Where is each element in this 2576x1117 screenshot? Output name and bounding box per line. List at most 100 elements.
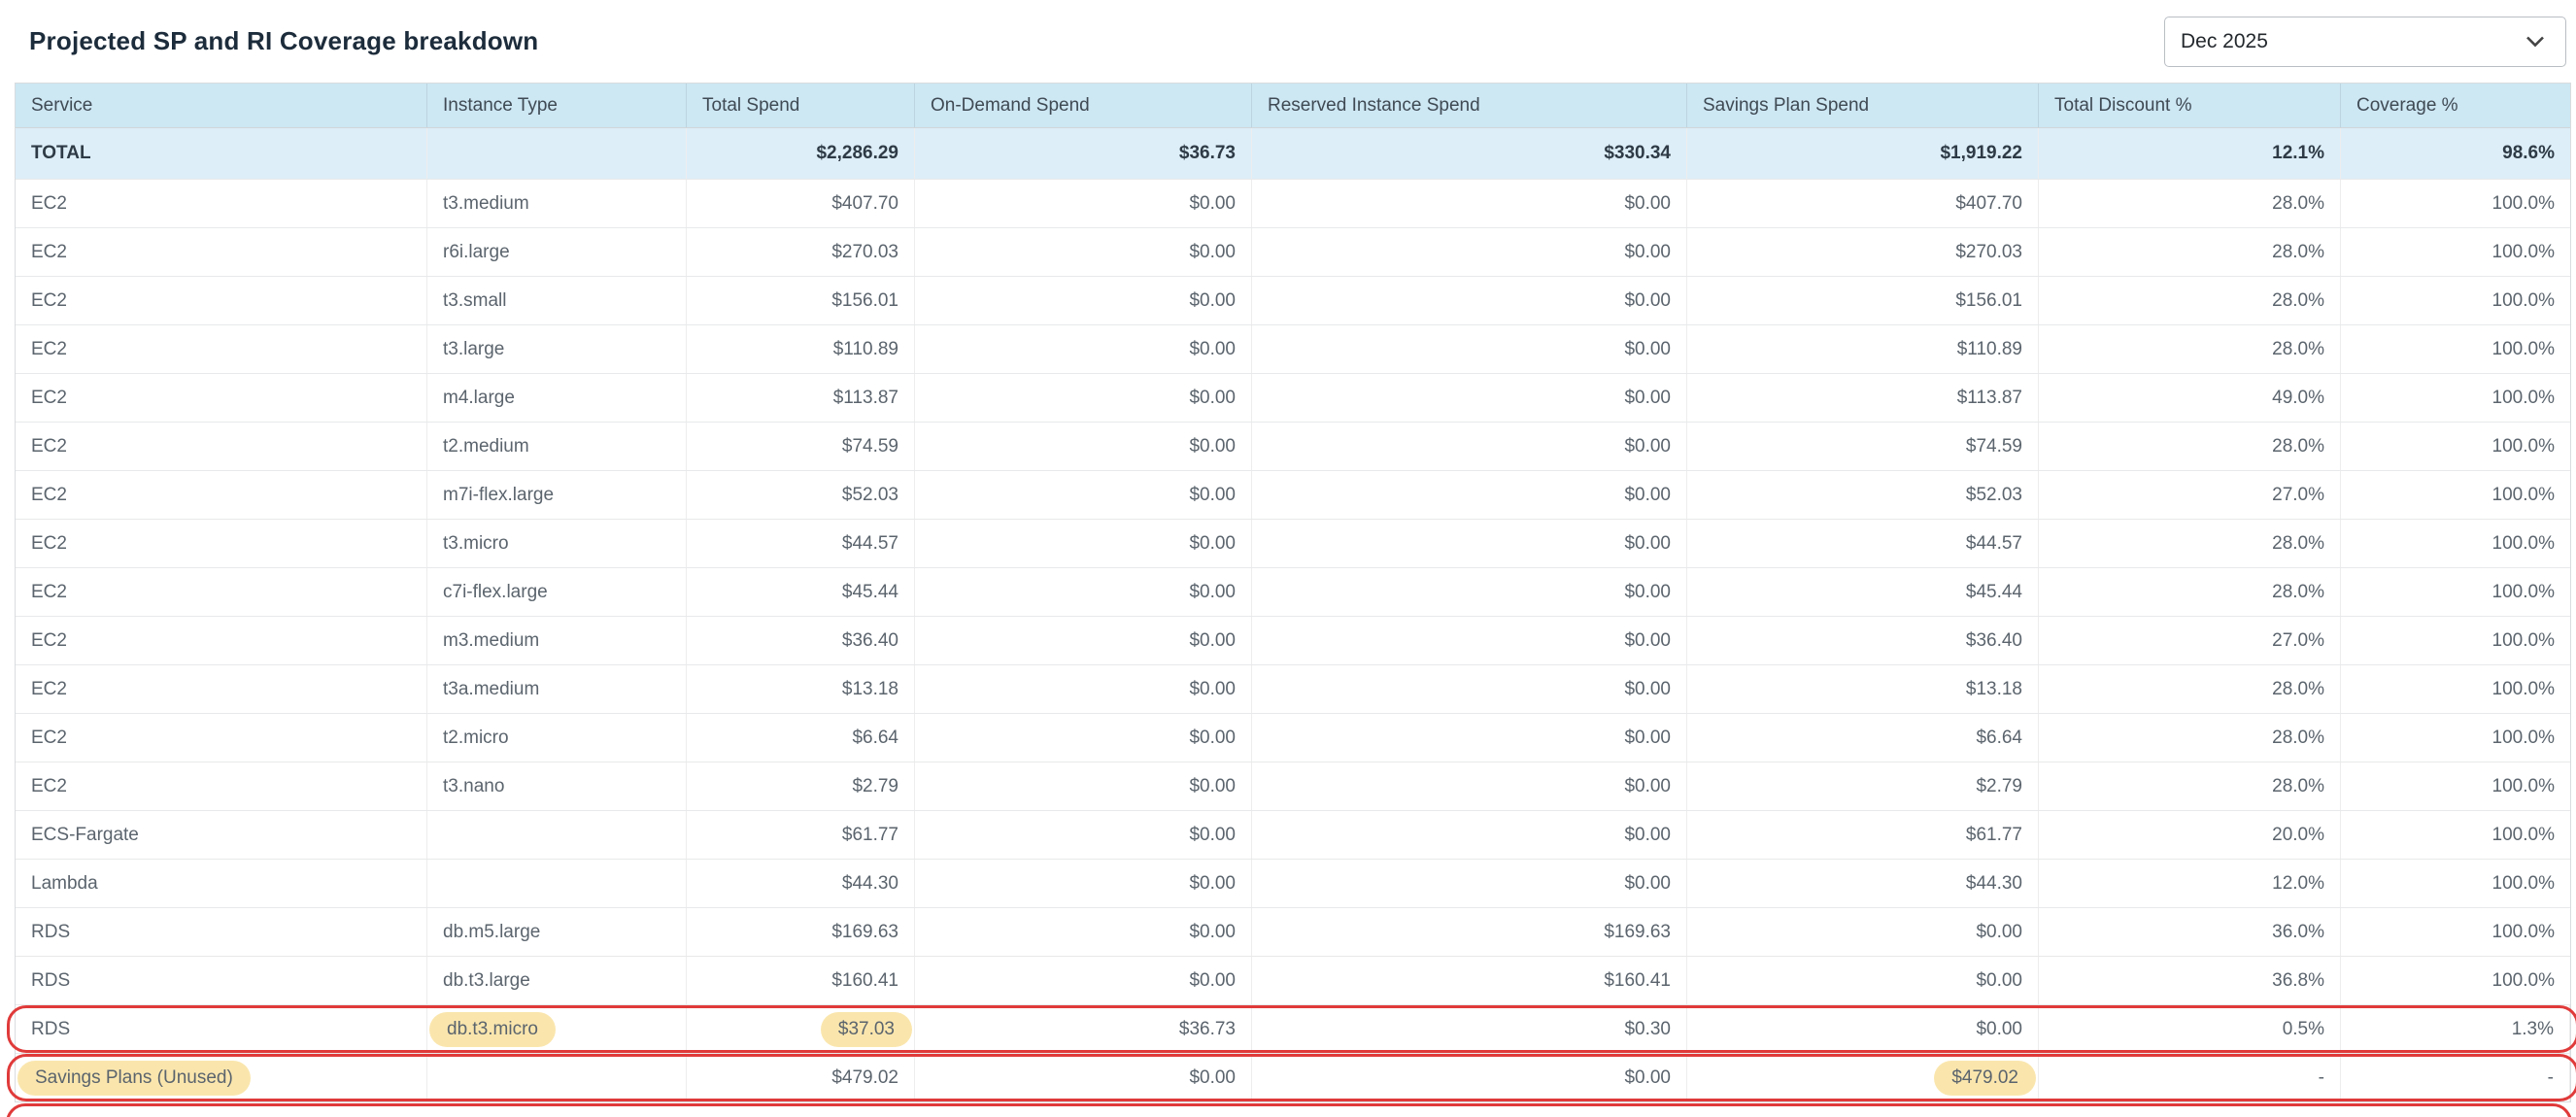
cell-ri_spend: $0.00 [1252,762,1687,810]
cell-total_discount: 28.0% [2039,568,2341,616]
cell-instance_type: t3.large [427,325,687,373]
cell-on_demand_spend: $0.00 [915,762,1252,810]
cell-on_demand_spend: $0.00 [915,665,1252,713]
cell-total_spend: $169.63 [687,908,915,956]
column-header-total_discount: Total Discount % [2039,84,2341,127]
table-body: TOTAL$2,286.29$36.73$330.34$1,919.2212.1… [16,128,2570,1101]
page: Projected SP and RI Coverage breakdown D… [0,0,2576,1117]
cell-sp_spend: $2.79 [1687,762,2039,810]
cell-on_demand_spend: $0.00 [915,520,1252,567]
cell-sp_spend: $6.64 [1687,714,2039,762]
cell-ri_spend: $0.00 [1252,520,1687,567]
coverage-table: ServiceInstance TypeTotal SpendOn-Demand… [15,83,2571,1102]
cell-service: EC2 [16,423,427,470]
cell-on_demand_spend: $0.00 [915,471,1252,519]
cell-sp_spend: $479.02 [1687,1054,2039,1101]
cell-service: EC2 [16,714,427,762]
cell-on_demand_spend: $0.00 [915,277,1252,324]
table-row: EC2t3a.medium$13.18$0.00$0.00$13.1828.0%… [16,664,2570,713]
cell-total_spend: $36.40 [687,617,915,664]
cell-total_spend: $44.57 [687,520,915,567]
cell-coverage: 1.3% [2341,1005,2570,1053]
cell-ri_spend: $160.41 [1252,957,1687,1004]
table-row: EC2t3.medium$407.70$0.00$0.00$407.7028.0… [16,179,2570,227]
total-row: TOTAL$2,286.29$36.73$330.34$1,919.2212.1… [16,128,2570,179]
cell-ri_spend: $0.00 [1252,811,1687,859]
cell-on_demand_spend: $0.00 [915,908,1252,956]
cell-on_demand_spend: $0.00 [915,811,1252,859]
cell-coverage: 100.0% [2341,908,2570,956]
column-header-sp_spend: Savings Plan Spend [1687,84,2039,127]
cell-total_discount: 28.0% [2039,762,2341,810]
cell-coverage: 100.0% [2341,617,2570,664]
cell-ri_spend: $0.00 [1252,665,1687,713]
cell-service: RDS [16,1005,427,1053]
cell-instance_type: t3a.medium [427,665,687,713]
cell-on_demand_spend: $0.00 [915,957,1252,1004]
cell-coverage: 100.0% [2341,180,2570,227]
cell-service: EC2 [16,617,427,664]
cell-total_spend: $156.01 [687,277,915,324]
cell-instance_type [427,128,687,179]
cell-ri_spend: $0.00 [1252,714,1687,762]
table-row: EC2m4.large$113.87$0.00$0.00$113.8749.0%… [16,373,2570,422]
table-row: EC2t3.large$110.89$0.00$0.00$110.8928.0%… [16,324,2570,373]
cell-on_demand_spend: $0.00 [915,617,1252,664]
table-row: Savings Plans (Unused)$479.02$0.00$0.00$… [16,1053,2570,1101]
cell-on_demand_spend: $0.00 [915,180,1252,227]
cell-total_spend: $45.44 [687,568,915,616]
cell-instance_type: m7i-flex.large [427,471,687,519]
cell-sp_spend: $44.30 [1687,860,2039,907]
cell-sp_spend: $0.00 [1687,908,2039,956]
table-row: EC2c7i-flex.large$45.44$0.00$0.00$45.442… [16,567,2570,616]
cell-instance_type [427,1054,687,1101]
cell-total_discount: 12.1% [2039,128,2341,179]
cell-instance_type: t3.micro [427,520,687,567]
table-row: EC2m3.medium$36.40$0.00$0.00$36.4027.0%1… [16,616,2570,664]
column-header-coverage: Coverage % [2341,84,2570,127]
cell-ri_spend: $0.00 [1252,374,1687,422]
cell-total_spend: $52.03 [687,471,915,519]
cell-coverage: 100.0% [2341,568,2570,616]
cell-on_demand_spend: $0.00 [915,423,1252,470]
cell-coverage: 100.0% [2341,957,2570,1004]
annotation-red-box-partial [6,1103,2572,1117]
cell-coverage: 100.0% [2341,228,2570,276]
cell-sp_spend: $156.01 [1687,277,2039,324]
cell-ri_spend: $0.00 [1252,228,1687,276]
cell-sp_spend: $1,919.22 [1687,128,2039,179]
cell-service: EC2 [16,325,427,373]
cell-service: Savings Plans (Unused) [16,1054,427,1101]
cell-total_discount: 28.0% [2039,520,2341,567]
table-row: EC2t3.micro$44.57$0.00$0.00$44.5728.0%10… [16,519,2570,567]
cell-service: EC2 [16,180,427,227]
cell-instance_type: db.m5.large [427,908,687,956]
cell-service: EC2 [16,277,427,324]
cell-sp_spend: $13.18 [1687,665,2039,713]
period-dropdown[interactable]: Dec 2025 [2164,17,2566,67]
cell-total_spend: $113.87 [687,374,915,422]
column-header-on_demand_spend: On-Demand Spend [915,84,1252,127]
cell-coverage: 100.0% [2341,423,2570,470]
cell-ri_spend: $330.34 [1252,128,1687,179]
cell-instance_type: t3.small [427,277,687,324]
cell-service: EC2 [16,471,427,519]
cell-on_demand_spend: $0.00 [915,325,1252,373]
table-header-row: ServiceInstance TypeTotal SpendOn-Demand… [16,84,2570,128]
cell-ri_spend: $0.00 [1252,860,1687,907]
cell-instance_type: db.t3.micro [427,1005,687,1053]
table-row: RDSdb.t3.micro$37.03$36.73$0.30$0.000.5%… [16,1004,2570,1053]
column-header-service: Service [16,84,427,127]
cell-sp_spend: $407.70 [1687,180,2039,227]
cell-instance_type: t2.medium [427,423,687,470]
table-row: ECS-Fargate$61.77$0.00$0.00$61.7720.0%10… [16,810,2570,859]
cell-total_discount: 28.0% [2039,325,2341,373]
cell-total_discount: 28.0% [2039,423,2341,470]
cell-sp_spend: $44.57 [1687,520,2039,567]
cell-service: ECS-Fargate [16,811,427,859]
table-row: Lambda$44.30$0.00$0.00$44.3012.0%100.0% [16,859,2570,907]
column-header-ri_spend: Reserved Instance Spend [1252,84,1687,127]
cell-on_demand_spend: $0.00 [915,374,1252,422]
cell-sp_spend: $45.44 [1687,568,2039,616]
cell-sp_spend: $0.00 [1687,957,2039,1004]
